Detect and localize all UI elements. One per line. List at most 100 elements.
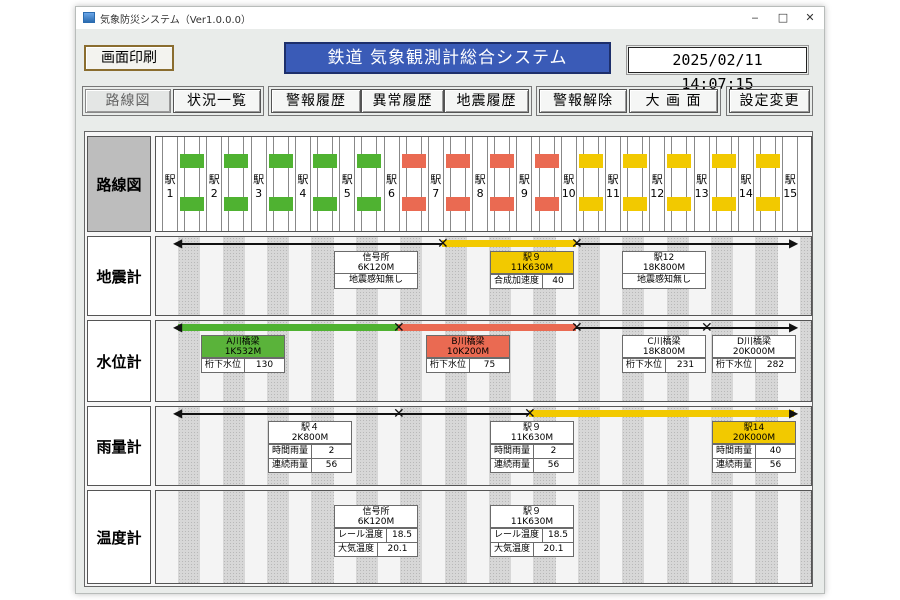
arrow-right-icon: ▶ <box>789 406 799 420</box>
grid-stripe <box>733 237 756 315</box>
sensor-card[interactable]: 駅４ 2K800M 時間雨量 2 連続雨量 56 <box>268 421 352 473</box>
sensor-card-title: 信号所 <box>362 253 390 263</box>
track-status-bar <box>578 197 603 211</box>
sensor-card[interactable]: 駅９ 11K630M レール温度 18.5 大気温度 20.1 <box>490 505 574 557</box>
sensor-reading-row: 連続雨量 56 <box>713 458 795 472</box>
boundary-mark-icon: ✕ <box>437 236 449 252</box>
sensor-card[interactable]: 駅14 20K000M 時間雨量 40 連続雨量 56 <box>712 421 796 473</box>
grid-stripe <box>444 491 467 583</box>
grid-stripe <box>600 407 623 485</box>
station-label[interactable]: 駅 13 <box>694 173 710 201</box>
station-kanji: 駅 <box>386 173 397 186</box>
seismic-section: ◀ ▶ ✕ ✕ 信号所 6K120M 地震感知無し 駅９ 11K630M 合成加速度 40 駅12 18… <box>155 236 812 316</box>
reading-value: 56 <box>547 460 560 470</box>
grid-stripe <box>222 407 245 485</box>
station-label[interactable]: 駅9 <box>516 173 532 201</box>
minimize-button[interactable]: ‒ <box>742 9 768 27</box>
print-screen-button[interactable]: 画面印刷 <box>84 45 174 71</box>
station-label[interactable]: 駅 15 <box>782 173 798 201</box>
station-number: 7 <box>432 187 440 200</box>
station-kanji: 駅 <box>518 173 530 186</box>
track-status-bar <box>578 154 603 168</box>
sensor-card-title: 2K800M <box>291 433 329 443</box>
station-label[interactable]: 駅8 <box>472 173 488 201</box>
menu-anomaly-history[interactable]: 異常履歴 <box>361 89 444 113</box>
alert-span <box>398 324 576 331</box>
grid-stripe <box>200 407 223 485</box>
grid-stripe <box>200 237 223 315</box>
arrow-left-icon: ◀ <box>173 236 183 250</box>
track-divider <box>449 137 466 231</box>
grid-stripe <box>600 321 623 401</box>
track-divider <box>494 137 511 231</box>
track-status-bar <box>490 197 515 211</box>
station-label[interactable]: 駅 11 <box>605 173 621 201</box>
menu-big-screen[interactable]: 大 画 面 <box>629 89 718 113</box>
menu-settings[interactable]: 設定変更 <box>729 89 810 113</box>
station-number: 1 <box>166 187 174 200</box>
reading-value: 2 <box>550 446 557 456</box>
grid-stripe <box>799 491 811 583</box>
station-label[interactable]: 駅 12 <box>649 173 665 201</box>
sensor-card[interactable]: D川橋梁 20K000M 桁下水位 282 <box>712 335 796 373</box>
station-label[interactable]: 駅 10 <box>561 173 577 201</box>
menu-alarm-release[interactable]: 警報解除 <box>539 89 627 113</box>
station-kanji: 駅 <box>430 173 442 186</box>
close-button[interactable]: ✕ <box>797 9 823 27</box>
station-number: 3 <box>255 187 263 200</box>
station-number: 8 <box>476 187 484 200</box>
maximize-button[interactable]: □ <box>770 9 796 27</box>
station-label[interactable]: 駅5 <box>339 173 355 201</box>
sensor-card-title: 駅９ <box>522 507 541 517</box>
station-label[interactable]: 駅7 <box>428 173 444 201</box>
sensor-reading-row: 大気温度 20.1 <box>491 542 573 556</box>
track-status-bar <box>224 197 249 211</box>
menu-route-map[interactable]: 路線図 <box>85 89 171 113</box>
grid-stripe <box>622 491 645 583</box>
sensor-card[interactable]: A川橋梁 1K532M 桁下水位 130 <box>201 335 285 373</box>
track-status-bar <box>534 154 559 168</box>
grid-stripe <box>644 407 667 485</box>
rainfall-section: ◀ ▶ ✕ ✕ 駅４ 2K800M 時間雨量 2 連続雨量 56 駅９ 11K630M 時間雨量 2 連続雨… <box>155 406 812 486</box>
grid-stripe <box>289 321 312 401</box>
sensor-reading-row: 桁下水位 282 <box>713 358 795 372</box>
sensor-card-title: 11K630M <box>510 517 554 527</box>
grid-stripe <box>577 407 600 485</box>
boundary-mark-icon: ✕ <box>571 320 583 336</box>
grid-stripe <box>600 491 623 583</box>
menu-earthquake-history[interactable]: 地震履歴 <box>444 89 529 113</box>
station-kanji: 駅 <box>563 173 575 186</box>
sensor-card-title: 11K630M <box>510 263 554 273</box>
sensor-card-title: 駅４ <box>300 423 319 433</box>
sensor-card[interactable]: C川橋梁 18K800M 桁下水位 231 <box>622 335 706 373</box>
menu-status-list[interactable]: 状況一覧 <box>173 89 261 113</box>
boundary-mark-icon: ✕ <box>571 236 583 252</box>
alert-span <box>178 324 398 331</box>
station-label[interactable]: 駅2 <box>206 173 222 201</box>
boundary-mark-icon: ✕ <box>701 320 713 336</box>
sensor-card[interactable]: 信号所 6K120M 地震感知無し <box>334 251 418 289</box>
station-label[interactable]: 駅3 <box>251 173 267 201</box>
sensor-card[interactable]: 駅12 18K800M 地震感知無し <box>622 251 706 289</box>
menu-alarm-history[interactable]: 警報履歴 <box>271 89 361 113</box>
sensor-card-header: 信号所 6K120M <box>335 506 417 528</box>
sensor-card[interactable]: B川橋梁 10K200M 桁下水位 75 <box>426 335 510 373</box>
reading-value: 56 <box>325 460 338 470</box>
sensor-reading-row: 桁下水位 231 <box>623 358 705 372</box>
sensor-card-header: A川橋梁 1K532M <box>202 336 284 358</box>
track-status-bar <box>401 197 426 211</box>
grid-stripe <box>178 491 201 583</box>
sensor-card[interactable]: 信号所 6K120M レール温度 18.5 大気温度 20.1 <box>334 505 418 557</box>
station-kanji: 駅 <box>474 173 486 186</box>
station-label[interactable]: 駅6 <box>384 173 400 201</box>
sensor-card[interactable]: 駅９ 11K630M 時間雨量 2 連続雨量 56 <box>490 421 574 473</box>
station-label[interactable]: 駅 14 <box>738 173 754 201</box>
row-label-temp: 温度計 <box>87 490 151 584</box>
station-kanji: 駅 <box>208 173 220 186</box>
station-label[interactable]: 駅4 <box>295 173 311 201</box>
station-label[interactable]: 駅1 <box>162 173 178 201</box>
sensor-card[interactable]: 駅９ 11K630M 合成加速度 40 <box>490 251 574 289</box>
reading-label: 大気温度 <box>335 543 379 556</box>
track-divider <box>228 137 245 231</box>
track-status-bar <box>711 154 736 168</box>
